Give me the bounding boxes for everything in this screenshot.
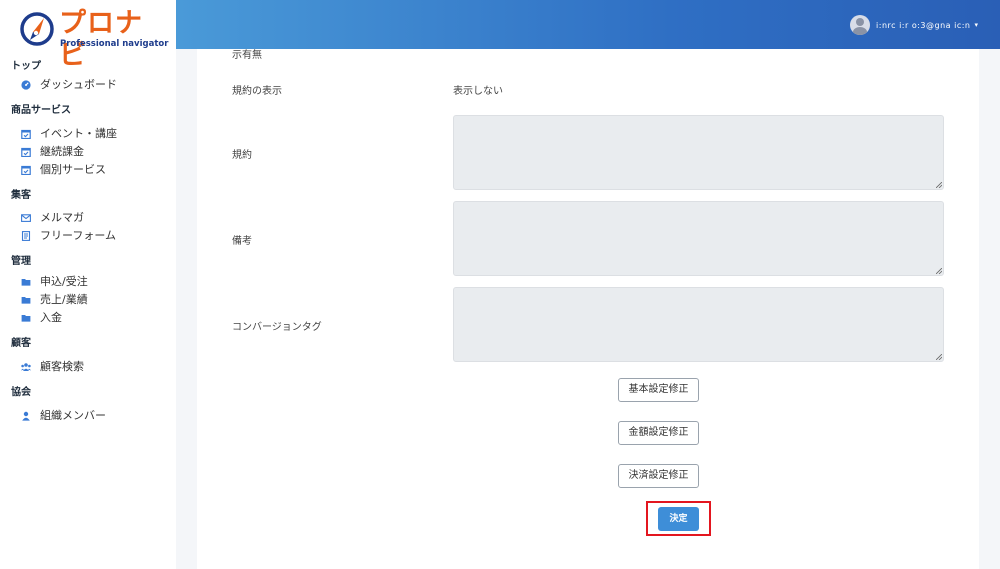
users-icon — [21, 363, 31, 371]
edit-amount-settings-button[interactable]: 金額設定修正 — [618, 421, 699, 445]
sidebar-item-individual-services[interactable]: 個別サービス — [0, 161, 176, 179]
calendar-check-icon — [21, 147, 31, 157]
conversion-tag-textarea[interactable] — [453, 287, 944, 362]
calendar-check-icon — [21, 129, 31, 139]
terms-label: 規約 — [232, 150, 252, 161]
sidebar-item-sales[interactable]: 売上/業績 — [0, 291, 176, 309]
user-menu[interactable]: i:nrc i:r o:3@gna ic:n ▾ — [850, 14, 978, 36]
sidebar-section-top: トップ — [11, 61, 41, 72]
top-bar: i:nrc i:r o:3@gna ic:n ▾ — [176, 0, 1000, 49]
sidebar-item-label: 個別サービス — [40, 163, 106, 176]
notes-textarea[interactable] — [453, 201, 944, 276]
conversion-tag-label: コンバージョンタグ — [232, 322, 322, 333]
sidebar-item-label: フリーフォーム — [40, 229, 117, 242]
edit-basic-settings-button[interactable]: 基本設定修正 — [618, 378, 699, 402]
user-icon — [22, 411, 30, 421]
edit-payment-settings-button[interactable]: 決済設定修正 — [618, 464, 699, 488]
dashboard-icon — [21, 80, 31, 90]
sidebar-section-association: 協会 — [11, 387, 31, 398]
sidebar-item-label: 申込/受注 — [40, 275, 88, 288]
submit-button[interactable]: 決定 — [658, 507, 699, 531]
sidebar-item-label: 継続課金 — [40, 145, 84, 158]
sidebar-item-free-form[interactable]: フリーフォーム — [0, 227, 176, 245]
sidebar-item-members[interactable]: 組織メンバー — [0, 407, 176, 425]
sidebar-item-payments[interactable]: 入金 — [0, 309, 176, 327]
sidebar-item-events[interactable]: イベント・講座 — [0, 125, 176, 143]
sidebar-item-label: 組織メンバー — [40, 409, 106, 422]
partial-field-label: 示有無 — [232, 50, 262, 61]
sidebar-item-label: メルマガ — [40, 211, 84, 224]
avatar — [850, 15, 871, 35]
sidebar-item-dashboard[interactable]: ダッシュボード — [0, 76, 176, 94]
chevron-down-icon: ▾ — [974, 21, 978, 29]
calendar-check-icon — [21, 165, 31, 175]
folder-icon — [21, 315, 31, 322]
brand-logo[interactable]: プロナビ Professional navigator — [18, 8, 168, 71]
folder-icon — [21, 279, 31, 286]
sidebar-section-customers: 顧客 — [11, 338, 31, 349]
compass-logo-icon — [20, 12, 54, 46]
sidebar-nav: トップ ダッシュボード 商品サービス イベント・講座 継続課金 個別サービス 集… — [0, 58, 176, 425]
sidebar-section-products: 商品サービス — [11, 105, 71, 116]
sidebar-item-label: 顧客検索 — [40, 360, 84, 373]
form-icon — [21, 231, 31, 241]
sidebar-item-label: 入金 — [40, 311, 62, 324]
resize-handle-icon[interactable] — [936, 182, 942, 188]
resize-handle-icon[interactable] — [936, 354, 942, 360]
sidebar-item-customer-search[interactable]: 顧客検索 — [0, 358, 176, 376]
settings-card: 示有無 規約の表示 表示しない 規約 備考 コンバージョンタグ 基本設定修正 金… — [197, 49, 979, 569]
sidebar-item-label: ダッシュボード — [40, 78, 117, 91]
notes-label: 備考 — [232, 236, 252, 247]
sidebar-section-marketing: 集客 — [11, 190, 31, 201]
user-name: i:nrc i:r o:3@gna ic:n — [876, 20, 971, 30]
folder-icon — [21, 297, 31, 304]
sidebar-item-label: イベント・講座 — [40, 127, 117, 140]
sidebar: プロナビ Professional navigator トップ ダッシュボード … — [0, 0, 176, 569]
terms-display-label: 規約の表示 — [232, 86, 282, 97]
sidebar-item-newsletter[interactable]: メルマガ — [0, 209, 176, 227]
sidebar-item-label: 売上/業績 — [40, 293, 88, 306]
resize-handle-icon[interactable] — [936, 268, 942, 274]
sidebar-item-subscription[interactable]: 継続課金 — [0, 143, 176, 161]
terms-display-value: 表示しない — [453, 86, 503, 97]
sidebar-item-orders[interactable]: 申込/受注 — [0, 273, 176, 291]
terms-textarea[interactable] — [453, 115, 944, 190]
brand-tagline: Professional navigator — [60, 39, 169, 49]
sidebar-section-management: 管理 — [11, 256, 31, 267]
envelope-icon — [21, 214, 31, 222]
